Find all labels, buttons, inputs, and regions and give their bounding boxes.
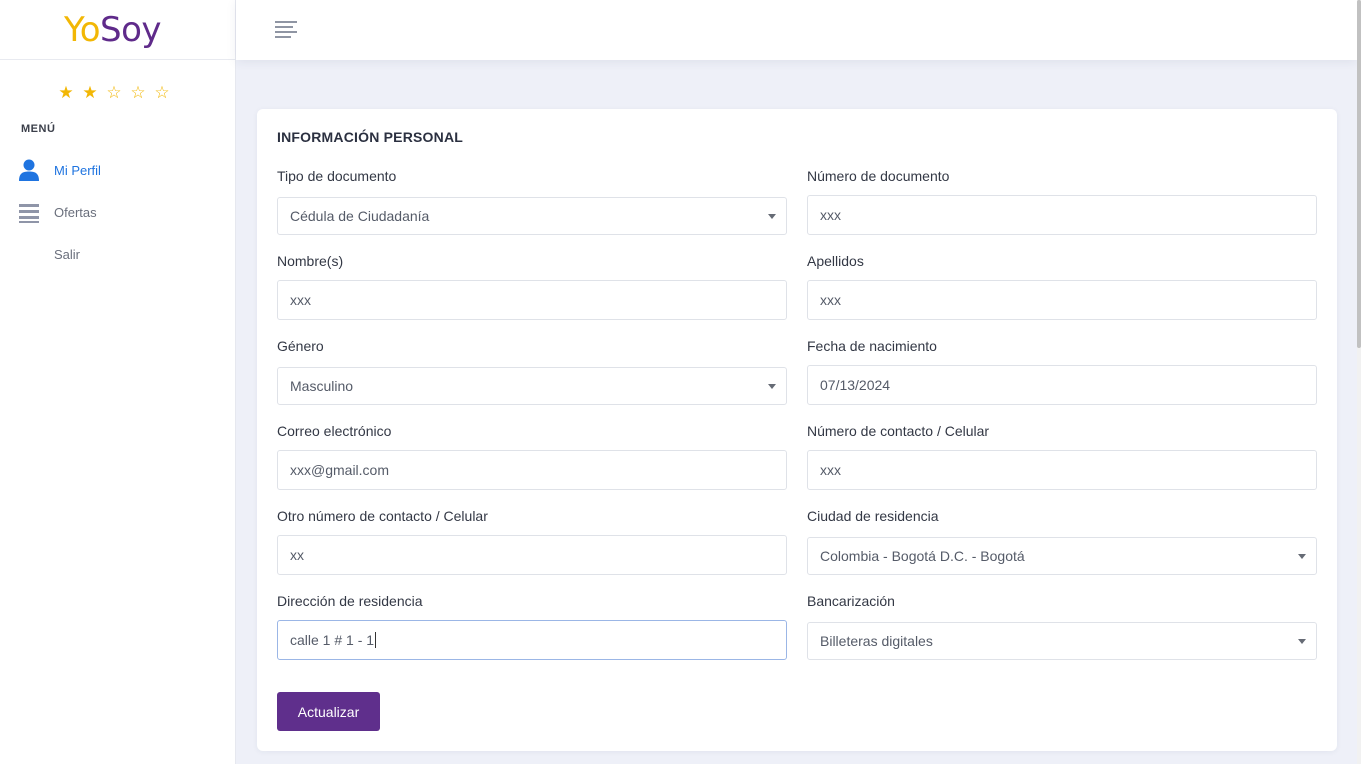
numero-documento-label: Número de documento	[807, 168, 950, 184]
brand-logo-part2: Soy	[100, 9, 162, 50]
profile-rating: ★ ★ ☆ ☆ ☆	[57, 84, 171, 101]
sidebar-item-salir[interactable]: Salir	[0, 239, 235, 269]
tipo-documento-label: Tipo de documento	[277, 168, 397, 184]
apellidos-label: Apellidos	[807, 253, 864, 269]
otro-celular-input[interactable]: xx	[277, 535, 787, 575]
bancarizacion-label: Bancarización	[807, 593, 895, 609]
actualizar-button[interactable]: Actualizar	[277, 692, 380, 731]
menu-title: MENÚ	[21, 123, 56, 135]
brand-logo-part1: Yo	[63, 9, 101, 50]
apellidos-input[interactable]: xxx	[807, 280, 1317, 320]
star-icon: ★	[58, 83, 74, 102]
sidebar-item-mi-perfil[interactable]: Mi Perfil	[0, 155, 235, 185]
nombres-input[interactable]: xxx	[277, 280, 787, 320]
chevron-down-icon	[1298, 554, 1306, 559]
genero-value: Masculino	[290, 378, 354, 394]
apellidos-value: xxx	[820, 292, 841, 308]
sidebar-item-label: Salir	[54, 246, 81, 262]
otro-celular-label: Otro número de contacto / Celular	[277, 508, 488, 524]
correo-label: Correo electrónico	[277, 423, 392, 439]
text-cursor	[375, 632, 377, 648]
celular-value: xxx	[820, 462, 841, 478]
chevron-down-icon	[768, 384, 776, 389]
ciudad-label: Ciudad de residencia	[807, 508, 939, 524]
star-outline-icon: ☆	[130, 83, 146, 102]
hamburger-menu-icon[interactable]	[275, 21, 297, 38]
sidebar-item-label: Mi Perfil	[54, 162, 101, 178]
ciudad-value: Colombia - Bogotá D.C. - Bogotá	[820, 548, 1025, 564]
numero-documento-input[interactable]: xxx	[807, 195, 1317, 235]
bancarizacion-select[interactable]: Billeteras digitales	[807, 622, 1317, 660]
correo-input[interactable]: xxx@gmail.com	[277, 450, 787, 490]
personal-info-card: INFORMACIÓN PERSONAL Tipo de documento C…	[257, 109, 1337, 751]
nombres-label: Nombre(s)	[277, 253, 344, 269]
bancarizacion-value: Billeteras digitales	[820, 633, 933, 649]
direccion-value: calle 1 # 1 - 1	[290, 632, 375, 648]
brand-logo[interactable]: Yo Soy	[0, 0, 235, 60]
numero-documento-value: xxx	[820, 207, 841, 223]
genero-select[interactable]: Masculino	[277, 367, 787, 405]
topbar	[236, 0, 1357, 60]
sidebar-item-ofertas[interactable]: Ofertas	[0, 197, 235, 227]
chevron-down-icon	[768, 214, 776, 219]
direccion-input[interactable]: calle 1 # 1 - 1	[277, 620, 787, 660]
sidebar: YoSoy ★ ★ ☆ ☆ ☆ MENÚ Mi Perfil Ofertas	[0, 0, 236, 764]
card-title: INFORMACIÓN PERSONAL	[277, 129, 463, 145]
nombres-value: xxx	[290, 292, 311, 308]
user-icon	[18, 158, 40, 182]
sidebar-item-label: Ofertas	[54, 204, 97, 220]
scrollbar-thumb[interactable]	[1357, 0, 1361, 348]
star-outline-icon: ☆	[106, 83, 122, 102]
fecha-nacimiento-value: 07/13/2024	[820, 377, 891, 393]
list-icon	[18, 200, 40, 224]
otro-celular-value: xx	[290, 547, 304, 563]
star-icon: ★	[82, 83, 98, 102]
correo-value: xxx@gmail.com	[290, 462, 390, 478]
page-scrollbar[interactable]	[1357, 0, 1361, 764]
celular-input[interactable]: xxx	[807, 450, 1317, 490]
direccion-label: Dirección de residencia	[277, 593, 423, 609]
tipo-documento-select[interactable]: Cédula de Ciudadanía	[277, 197, 787, 235]
fecha-nacimiento-label: Fecha de nacimiento	[807, 338, 937, 354]
star-outline-icon: ☆	[154, 83, 170, 102]
genero-label: Género	[277, 338, 324, 354]
celular-label: Número de contacto / Celular	[807, 423, 990, 439]
chevron-down-icon	[1298, 639, 1306, 644]
tipo-documento-value: Cédula de Ciudadanía	[290, 208, 430, 224]
ciudad-select[interactable]: Colombia - Bogotá D.C. - Bogotá	[807, 537, 1317, 575]
fecha-nacimiento-input[interactable]: 07/13/2024	[807, 365, 1317, 405]
